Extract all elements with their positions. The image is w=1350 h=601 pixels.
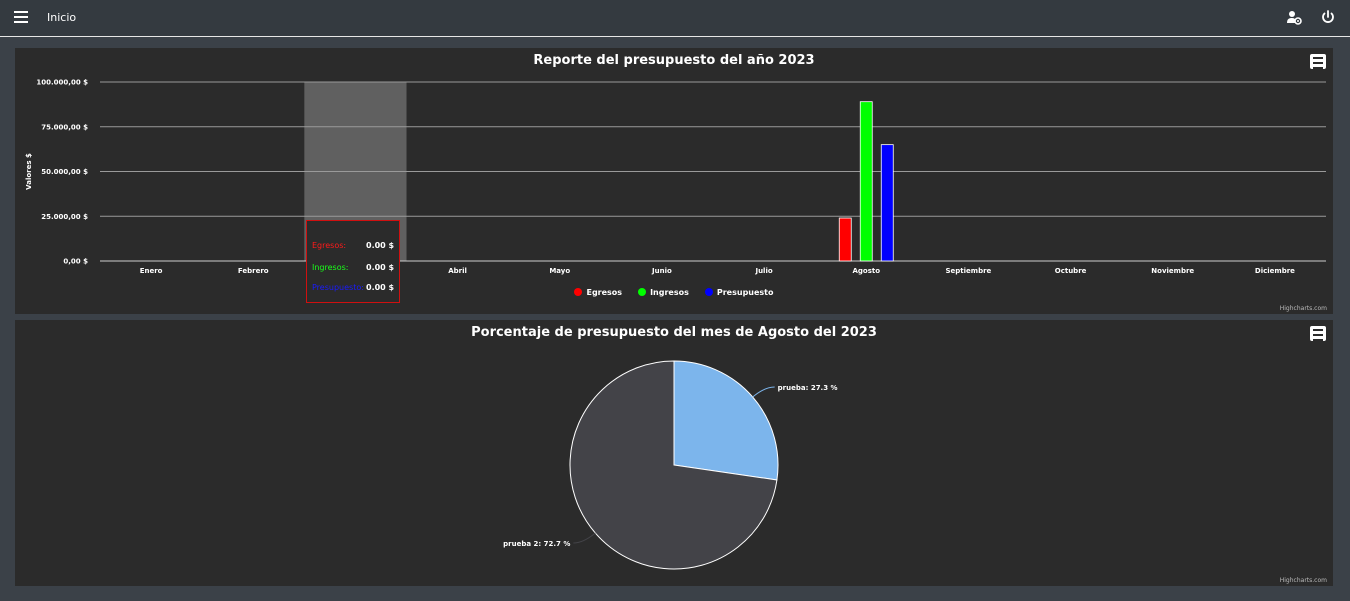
legend-label: Ingresos xyxy=(650,288,689,297)
hamburger-icon[interactable] xyxy=(14,11,28,25)
x-tick-label: Enero xyxy=(140,267,163,275)
pie-chart-svg: prueba: 27.3 % prueba 2: 72.7 % xyxy=(503,360,838,570)
page-title: Inicio xyxy=(47,11,77,24)
legend-label: Egresos xyxy=(586,288,623,297)
x-tick-label: Octubre xyxy=(1055,267,1087,275)
legend-marker xyxy=(704,288,713,296)
legend-label: Presupuesto xyxy=(716,288,774,297)
pie-label-connector xyxy=(752,386,775,398)
x-tick-label: Abril xyxy=(448,267,467,275)
legend-item-ingresos[interactable]: Ingresos xyxy=(638,288,689,297)
legend-marker xyxy=(638,288,647,296)
bar-chart-legend: Egresos Ingresos Presupuesto xyxy=(15,288,1333,297)
x-tick-label: Septiembre xyxy=(946,267,992,275)
legend-marker xyxy=(574,288,583,296)
pie-slice-prueba[interactable] xyxy=(673,360,779,481)
budget-pie-chart-panel: Porcentaje de presupuesto del mes de Ago… xyxy=(15,320,1333,586)
legend-item-egresos[interactable]: Egresos xyxy=(574,288,622,297)
budget-bar-chart-panel: Reporte del presupuesto del año 2023 0,0… xyxy=(15,48,1333,314)
bar-chart-svg: 0,00 $ 25.000,00 $ 50.000,00 $ 75.000,00 $ 1… xyxy=(25,79,1326,275)
bar-chart-credits: Highcharts.com xyxy=(1279,305,1327,312)
bar-chart-tooltip: Egresos: 0.00 $ Ingresos: 0.00 $ Presupu… xyxy=(306,220,400,303)
x-tick-label: Mayo xyxy=(549,267,570,275)
y-tick-label: 0,00 $ xyxy=(63,258,88,266)
pie-data-label: prueba: 27.3 % xyxy=(778,384,838,392)
y-tick-label: 100.000,00 $ xyxy=(36,79,88,87)
x-tick-label: Diciembre xyxy=(1255,267,1295,275)
bar-egresos-agosto[interactable] xyxy=(838,217,852,262)
power-icon[interactable] xyxy=(1320,9,1336,25)
x-tick-label: Noviembre xyxy=(1151,267,1194,275)
x-tick-label: Julio xyxy=(754,267,772,275)
legend-item-presupuesto[interactable]: Presupuesto xyxy=(704,288,774,297)
x-tick-label: Febrero xyxy=(238,267,269,275)
top-navbar: Inicio xyxy=(0,0,1350,37)
bar-ingresos-agosto[interactable] xyxy=(859,101,873,262)
bar-presupuesto-agosto[interactable] xyxy=(880,144,894,262)
pie-chart-credits: Highcharts.com xyxy=(1279,577,1327,584)
pie-data-label: prueba 2: 72.7 % xyxy=(503,540,570,548)
y-tick-label: 50.000,00 $ xyxy=(41,168,88,176)
x-tick-label: Agosto xyxy=(852,267,880,275)
x-tick-label: Junio xyxy=(651,267,672,275)
pie-label-connector xyxy=(573,532,596,544)
y-axis-title: Valores $ xyxy=(25,153,33,190)
y-tick-label: 75.000,00 $ xyxy=(41,123,88,131)
user-gear-icon[interactable] xyxy=(1286,9,1302,25)
y-tick-label: 25.000,00 $ xyxy=(41,213,88,221)
